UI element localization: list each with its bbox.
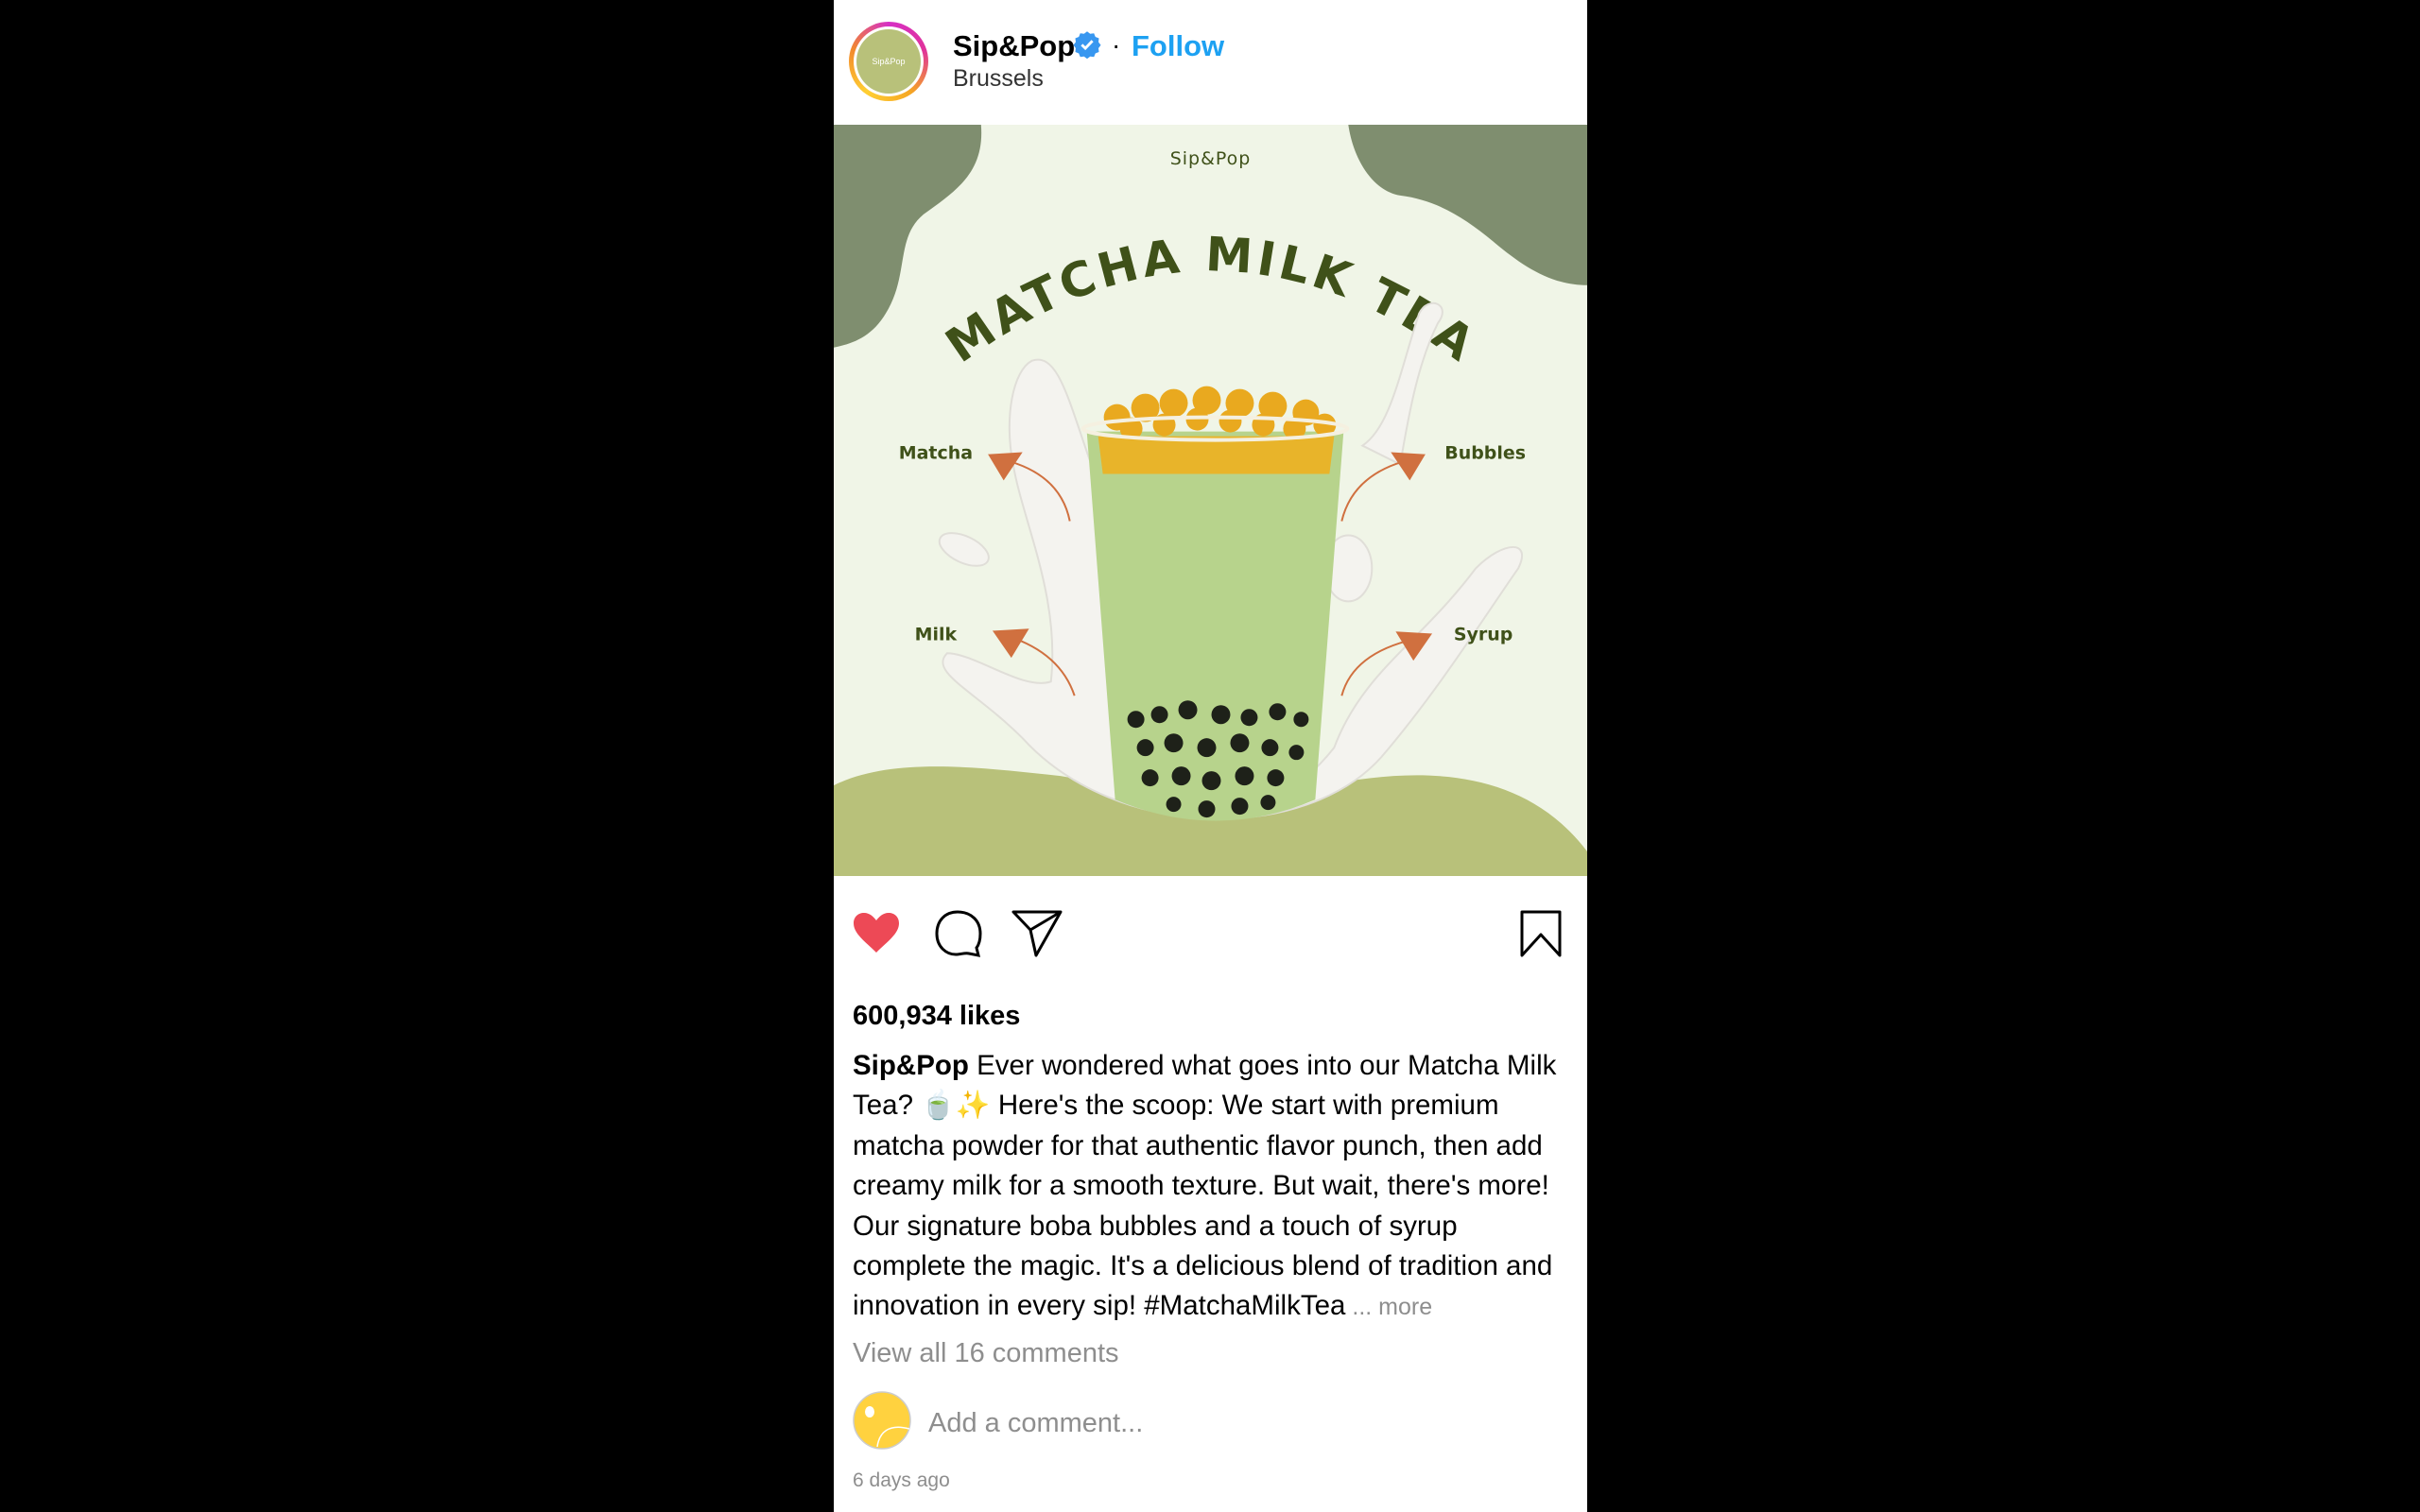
label-syrup: Syrup xyxy=(1454,624,1512,644)
current-user-avatar xyxy=(853,1391,911,1450)
label-matcha: Matcha xyxy=(899,443,973,464)
like-heart-icon[interactable] xyxy=(852,911,901,954)
share-send-icon[interactable] xyxy=(1011,909,1063,958)
bookmark-save-icon[interactable] xyxy=(1519,909,1563,958)
view-all-comments-link[interactable]: View all 16 comments xyxy=(853,1338,1119,1369)
label-milk: Milk xyxy=(915,624,958,644)
verified-badge-icon xyxy=(1073,31,1101,59)
caption-username[interactable]: Sip&Pop xyxy=(853,1050,969,1081)
username-link[interactable]: Sip&Pop xyxy=(953,29,1075,63)
drink-cup xyxy=(1080,386,1350,821)
label-bubbles: Bubbles xyxy=(1444,443,1526,464)
separator-dot: · xyxy=(1112,30,1121,60)
more-link[interactable]: ... more xyxy=(1345,1294,1432,1320)
post-caption: Sip&Pop Ever wondered what goes into our… xyxy=(853,1046,1571,1328)
add-comment-input[interactable] xyxy=(928,1408,1495,1439)
brand-text: Sip&Pop xyxy=(1170,148,1252,169)
profile-avatar[interactable]: Sip&Pop xyxy=(849,22,928,101)
location-link[interactable]: Brussels xyxy=(953,65,1044,93)
comment-icon[interactable] xyxy=(933,909,982,958)
avatar-logo: Sip&Pop xyxy=(856,29,921,94)
post-timestamp: 6 days ago xyxy=(853,1469,950,1491)
follow-button[interactable]: Follow xyxy=(1132,29,1224,63)
caption-text: Ever wondered what goes into our Matcha … xyxy=(853,1050,1557,1322)
like-count[interactable]: 600,934 likes xyxy=(853,1001,1020,1032)
post-image[interactable]: Sip&Pop MATCHA MILK TEA Matcha Bubbles M… xyxy=(834,124,1587,877)
